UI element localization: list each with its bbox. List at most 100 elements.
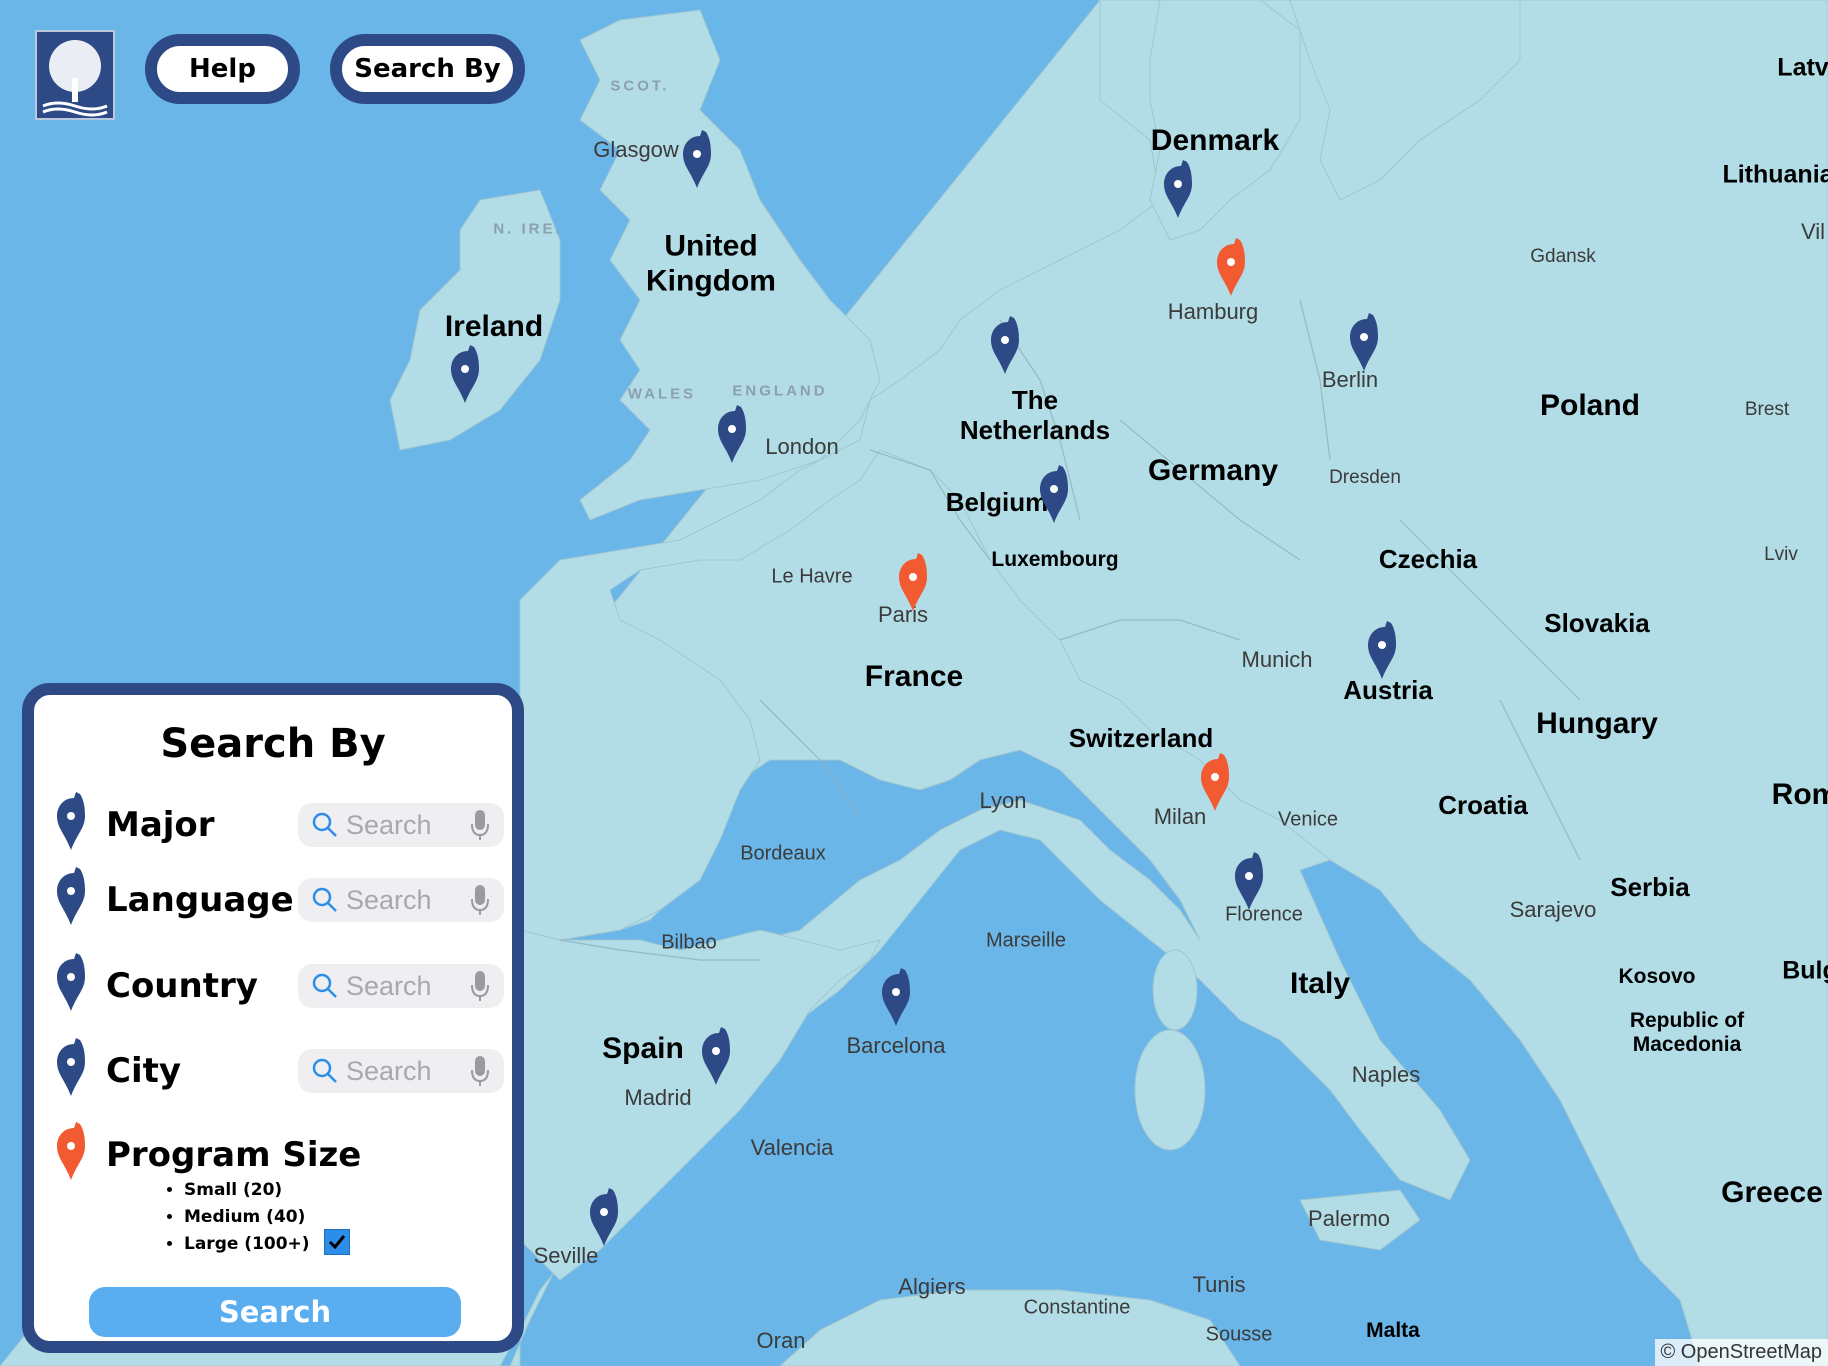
map-pin-icon[interactable] — [1365, 621, 1399, 681]
search-button[interactable]: Search — [89, 1287, 461, 1337]
map-pin-icon[interactable] — [1214, 238, 1248, 298]
search-field[interactable] — [298, 1049, 504, 1093]
map-pin-icon — [57, 1122, 85, 1180]
search-icon — [312, 973, 337, 998]
country-label: Belgium — [945, 487, 1049, 518]
search-row-label: Language — [106, 880, 294, 920]
region-label: ENGLAND — [732, 382, 828, 400]
map-pin-icon — [57, 953, 85, 1011]
country-label: Croatia — [1438, 790, 1528, 821]
country-search-input[interactable] — [346, 964, 456, 1008]
country-label: Poland — [1539, 388, 1641, 422]
microphone-icon[interactable] — [470, 970, 490, 1002]
country-label: Latv — [1777, 53, 1828, 82]
search-field[interactable] — [298, 964, 504, 1008]
microphone-icon[interactable] — [470, 884, 490, 916]
program-size-option-large[interactable]: Large (100+) — [184, 1229, 350, 1258]
country-label: Ireland — [444, 309, 544, 343]
search-icon — [312, 812, 337, 837]
region-label: SCOT. — [610, 77, 670, 95]
microphone-icon[interactable] — [470, 1055, 490, 1087]
city-label: Sousse — [1205, 1323, 1273, 1346]
city-label: Algiers — [898, 1274, 966, 1299]
city-label: Madrid — [624, 1085, 692, 1110]
country-label: United Kingdom — [646, 229, 776, 298]
region-label: WALES — [627, 385, 697, 403]
country-label: Lithuania — [1722, 160, 1828, 189]
country-label: Serbia — [1610, 872, 1690, 903]
city-label: Bilbao — [661, 931, 717, 954]
search-row-city: City — [34, 1037, 512, 1107]
search-field[interactable] — [298, 878, 504, 922]
map-pin-icon[interactable] — [680, 130, 714, 190]
map-pin-icon[interactable] — [879, 968, 913, 1028]
map-pin-icon[interactable] — [988, 316, 1022, 376]
country-label: Greece — [1721, 1175, 1823, 1209]
program-size-option-small[interactable]: Small (20) — [184, 1177, 350, 1204]
search-by-panel: Search By Major Language Country City — [22, 683, 524, 1353]
map-attribution[interactable]: © OpenStreetMap — [1654, 1339, 1828, 1366]
map-pin-icon[interactable] — [1037, 465, 1071, 525]
city-label: Bordeaux — [740, 842, 826, 865]
country-label: Luxembourg — [991, 547, 1119, 571]
large-checkbox[interactable] — [323, 1229, 350, 1255]
search-icon — [312, 887, 337, 912]
option-label: Large (100+) — [184, 1234, 310, 1254]
city-label: Vil — [1800, 219, 1826, 244]
city-label: Valencia — [750, 1135, 834, 1160]
checkmark-icon — [328, 1235, 345, 1250]
map-pin-icon — [57, 792, 85, 850]
city-label: Marseille — [985, 929, 1067, 952]
search-row-country: Country — [34, 952, 512, 1022]
country-label: Slovakia — [1544, 608, 1650, 639]
country-label: Denmark — [1150, 123, 1280, 157]
city-label: Munich — [1241, 647, 1313, 672]
search-row-label: City — [106, 1051, 182, 1091]
map-pin-icon[interactable] — [896, 553, 930, 613]
microphone-icon[interactable] — [470, 809, 490, 841]
country-label: Kosovo — [1618, 964, 1696, 988]
program-size-option-medium[interactable]: Medium (40) — [184, 1204, 350, 1231]
map-pin-icon[interactable] — [1347, 313, 1381, 373]
country-label: Republic of Macedonia — [1629, 1008, 1745, 1056]
program-size-label: Program Size — [106, 1135, 362, 1175]
map-pin-icon[interactable] — [587, 1188, 621, 1248]
city-label: Oran — [756, 1328, 806, 1353]
region-label: N. IRE. — [493, 220, 563, 238]
country-label: Spain — [602, 1031, 684, 1065]
search-row-language: Language — [34, 866, 512, 936]
city-search-input[interactable] — [346, 1049, 456, 1093]
map-pin-icon[interactable] — [1161, 160, 1195, 220]
map-pin-icon[interactable] — [1198, 753, 1232, 813]
language-search-input[interactable] — [346, 878, 456, 922]
logo — [35, 30, 115, 120]
search-field[interactable] — [298, 803, 504, 847]
city-label: Hamburg — [1167, 299, 1259, 324]
country-label: The Netherlands — [959, 385, 1111, 445]
country-label: Switzerland — [1068, 723, 1214, 754]
map-pin-icon[interactable] — [715, 405, 749, 465]
city-label: Glasgow — [593, 137, 679, 162]
city-label: Le Havre — [771, 565, 853, 588]
panel-title: Search By — [160, 721, 386, 767]
search-row-label: Major — [106, 805, 215, 845]
tree-icon — [42, 40, 108, 117]
city-label: Tunis — [1192, 1272, 1246, 1297]
city-label: Barcelona — [846, 1033, 946, 1058]
map-pin-icon[interactable] — [448, 345, 482, 405]
country-label: Rom — [1771, 777, 1828, 811]
city-label: Sarajevo — [1509, 897, 1597, 922]
search-row-label: Country — [106, 966, 258, 1006]
major-search-input[interactable] — [346, 803, 456, 847]
map-pin-icon[interactable] — [1232, 852, 1266, 912]
search-by-button[interactable]: Search By — [330, 34, 525, 104]
map-pin-icon — [57, 867, 85, 925]
help-button[interactable]: Help — [145, 34, 300, 104]
city-label: Palermo — [1308, 1206, 1390, 1231]
option-label: Medium (40) — [184, 1207, 306, 1227]
country-label: Hungary — [1536, 706, 1658, 740]
map-pin-icon — [57, 1038, 85, 1096]
city-label: Brest — [1744, 399, 1790, 420]
map-pin-icon[interactable] — [699, 1027, 733, 1087]
program-size-list: Small (20) Medium (40) Large (100+) — [124, 1177, 350, 1258]
